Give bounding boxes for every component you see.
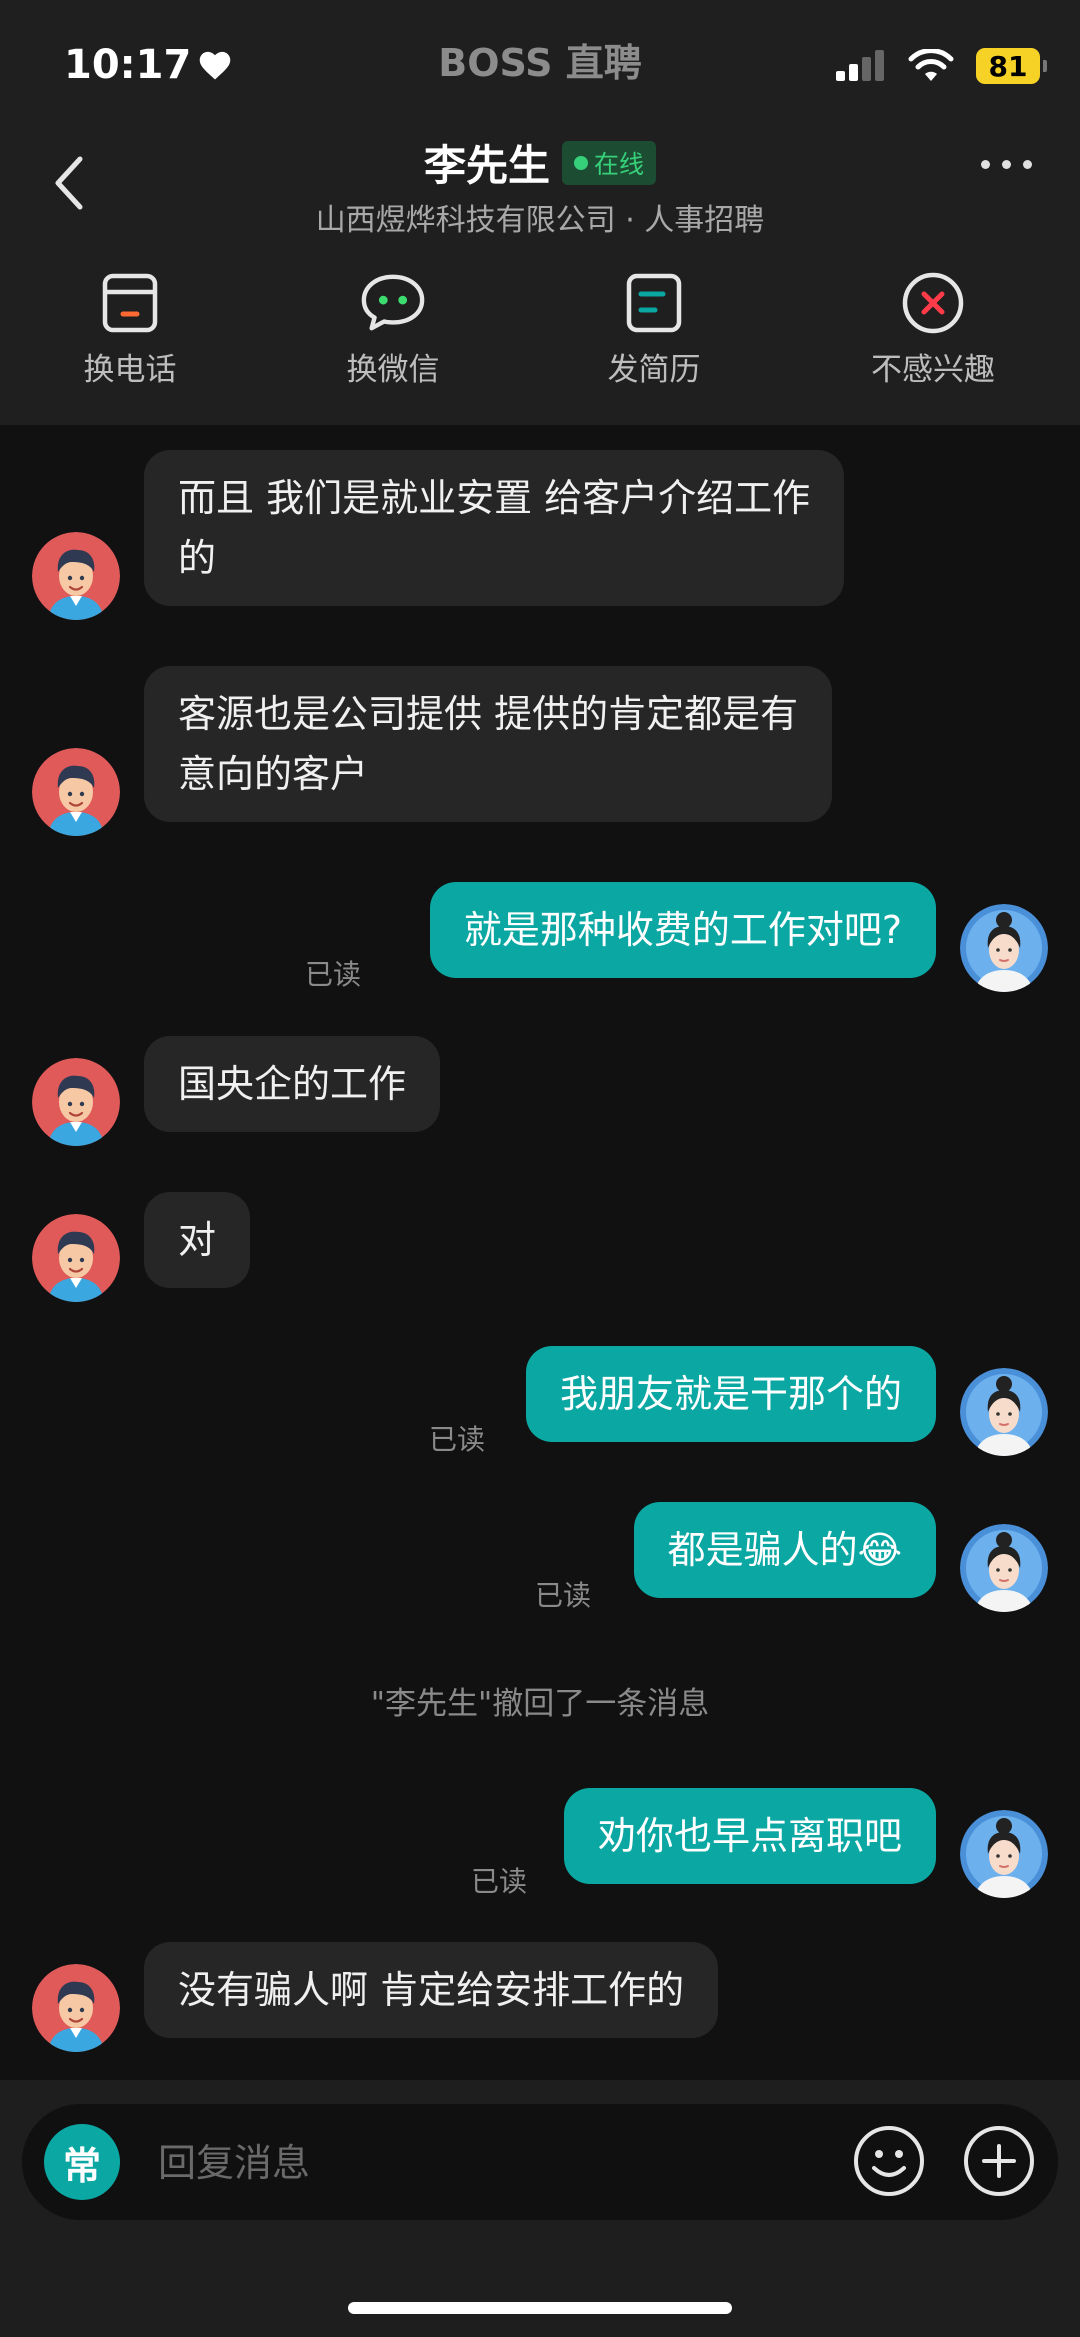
signal-icon bbox=[836, 50, 884, 81]
recruiter-avatar[interactable] bbox=[32, 748, 120, 836]
battery-indicator: 81 bbox=[976, 48, 1047, 84]
wechat-icon bbox=[360, 270, 426, 336]
message-bubble-incoming: 没有骗人啊 肯定给安排工作的 bbox=[144, 1942, 719, 2038]
online-dot-icon bbox=[574, 155, 588, 170]
message-bubble-outgoing: 劝你也早点离职吧 bbox=[563, 1788, 936, 1884]
recruiter-avatar[interactable] bbox=[32, 1964, 120, 2052]
smiley-icon bbox=[854, 2126, 924, 2196]
dot-icon bbox=[981, 160, 990, 169]
dot-icon bbox=[1002, 160, 1011, 169]
reply-input[interactable]: 回复消息 bbox=[158, 2132, 310, 2187]
not-interested-button[interactable]: 不感兴趣 bbox=[833, 270, 1033, 389]
home-indicator[interactable] bbox=[348, 2302, 732, 2314]
message-bubble-outgoing: 我朋友就是干那个的 bbox=[525, 1346, 936, 1442]
exchange-phone-button[interactable]: 换电话 bbox=[30, 270, 230, 389]
recall-notice: "李先生"撤回了一条消息 bbox=[370, 1686, 710, 1722]
user-avatar[interactable] bbox=[960, 1810, 1048, 1898]
recruiter-avatar[interactable] bbox=[32, 532, 120, 620]
company-subtitle: 山西煜烨科技有限公司 · 人事招聘 bbox=[315, 203, 765, 238]
recruiter-avatar[interactable] bbox=[32, 1058, 120, 1146]
laughing-emoji: 😂 bbox=[857, 1528, 902, 1572]
reply-bar: 常 回复消息 bbox=[22, 2104, 1058, 2220]
message-bubble-incoming: 客源也是公司提供 提供的肯定都是有 意向的客户 bbox=[144, 666, 833, 822]
message-bubble-incoming: 国央企的工作 bbox=[144, 1036, 441, 1132]
more-attach-button[interactable] bbox=[962, 2124, 1036, 2198]
plus-icon bbox=[964, 2126, 1034, 2196]
not-interested-icon bbox=[900, 270, 966, 336]
user-avatar[interactable] bbox=[960, 1368, 1048, 1456]
contact-name: 李先生 bbox=[423, 141, 550, 190]
contact-title: 李先生 在线 bbox=[0, 132, 1080, 193]
dot-icon bbox=[1023, 160, 1032, 169]
user-avatar[interactable] bbox=[960, 1524, 1048, 1612]
user-avatar[interactable] bbox=[960, 904, 1048, 992]
emoji-button[interactable] bbox=[852, 2124, 926, 2198]
send-resume-button[interactable]: 发简历 bbox=[554, 270, 754, 389]
message-bubble-incoming: 而且 我们是就业安置 给客户介绍工作 的 bbox=[144, 450, 845, 606]
read-status: 已读 bbox=[471, 1865, 528, 1898]
input-area: 常 回复消息 bbox=[0, 2080, 1080, 2337]
wifi-icon bbox=[908, 49, 954, 81]
read-status: 已读 bbox=[305, 958, 362, 991]
chat-header: 10:17 BOSS 直聘 81 李先生 在线 山西煜烨科技有限公司 · 人事招… bbox=[0, 0, 1080, 425]
more-options-button[interactable] bbox=[981, 160, 1032, 169]
quick-actions: 换电话 换微信 发简历 不感兴趣 bbox=[0, 270, 1080, 400]
resume-icon bbox=[621, 270, 687, 336]
recruiter-avatar[interactable] bbox=[32, 1214, 120, 1302]
status-icons: 81 bbox=[834, 48, 1047, 84]
message-bubble-incoming: 对 bbox=[144, 1192, 251, 1288]
message-bubble-outgoing: 就是那种收费的工作对吧? bbox=[429, 882, 936, 978]
common-phrases-button[interactable]: 常 bbox=[44, 2124, 120, 2200]
message-bubble-outgoing: 都是骗人的😂 bbox=[633, 1502, 936, 1598]
exchange-wechat-button[interactable]: 换微信 bbox=[293, 270, 493, 389]
phone-card-icon bbox=[97, 270, 163, 336]
read-status: 已读 bbox=[535, 1579, 592, 1612]
online-badge: 在线 bbox=[562, 140, 657, 185]
read-status: 已读 bbox=[429, 1423, 486, 1456]
